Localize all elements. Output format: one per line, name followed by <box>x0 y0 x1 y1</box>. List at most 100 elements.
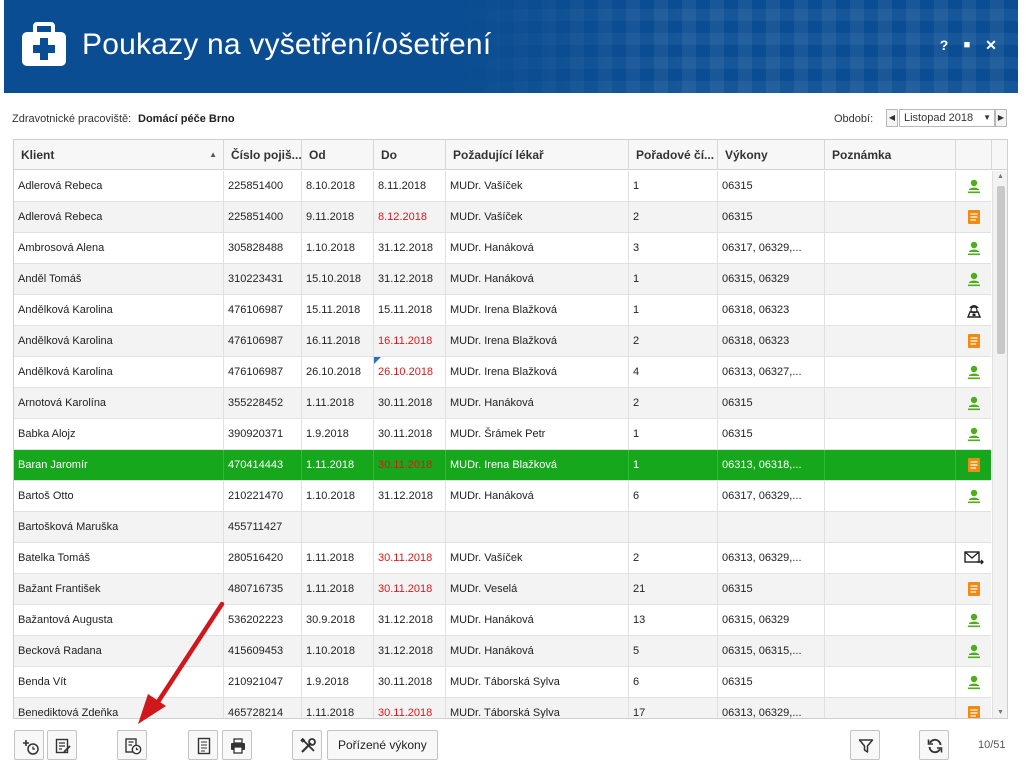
cell-cislo: 225851400 <box>224 171 302 201</box>
table-row[interactable]: Bažantová Augusta 536202223 30.9.2018 31.12… <box>14 605 991 636</box>
table-row[interactable]: Adlerová Rebeca 225851400 8.10.2018 8.11.20… <box>14 171 991 202</box>
cell-do: 30.11.2018 <box>374 667 446 697</box>
cell-od: 8.10.2018 <box>302 171 374 201</box>
table-row[interactable]: Benda Vít 210921047 1.9.2018 30.11.2018 MUDr… <box>14 667 991 698</box>
help-button[interactable]: ? <box>934 36 954 54</box>
window-title: Poukazy na vyšetření/ošetření <box>82 28 492 61</box>
period-prev-button[interactable]: ◀ <box>886 109 898 127</box>
cell-status[interactable] <box>956 202 991 232</box>
table-row[interactable]: Arnotová Karolína 355228452 1.11.2018 30.11… <box>14 388 991 419</box>
cell-poradi: 3 <box>629 233 718 263</box>
maximize-button[interactable]: ■ <box>957 36 977 54</box>
table-row[interactable]: Bartoš Otto 210221470 1.10.2018 31.12.2018 M… <box>14 481 991 512</box>
person-icon <box>966 240 982 256</box>
scroll-down-icon[interactable]: ▼ <box>993 709 1007 716</box>
table-row[interactable]: Babka Alojz 390920371 1.9.2018 30.11.2018 MU… <box>14 419 991 450</box>
cell-poznamka <box>825 171 956 201</box>
cell-status[interactable] <box>956 450 991 480</box>
cell-od: 1.10.2018 <box>302 481 374 511</box>
period-next-button[interactable]: ▶ <box>995 109 1007 127</box>
cell-do: 8.12.2018 <box>374 202 446 232</box>
record-counter: 10/51 <box>978 739 1006 751</box>
column-header-icon[interactable] <box>956 140 992 170</box>
cell-status[interactable] <box>956 419 991 449</box>
history-button[interactable] <box>117 730 147 760</box>
scrollbar-thumb[interactable] <box>997 186 1005 354</box>
cell-od: 1.9.2018 <box>302 419 374 449</box>
cell-od: 16.11.2018 <box>302 326 374 356</box>
print-button[interactable] <box>222 730 252 760</box>
bottom-toolbar: Pořízené výkony 10/51 <box>0 726 1026 766</box>
column-header-vykony[interactable]: Výkony <box>718 140 825 170</box>
table-row[interactable]: Baran Jaromír 470414443 1.11.2018 30.11.201… <box>14 450 991 481</box>
cell-lekar: MUDr. Hanáková <box>446 605 629 635</box>
table-row[interactable]: Bažant František 480716735 1.11.2018 30.11.… <box>14 574 991 605</box>
table-row[interactable]: Bartošková Maruška 455711427 <box>14 512 991 543</box>
vertical-scrollbar[interactable]: ▲ ▼ <box>992 171 1007 718</box>
add-time-button[interactable] <box>14 730 44 760</box>
close-button[interactable]: ✕ <box>981 36 1001 54</box>
cell-status[interactable] <box>956 326 991 356</box>
table-row[interactable]: Andělková Karolina 476106987 26.10.2018 26.… <box>14 357 991 388</box>
tools-button[interactable] <box>292 730 322 760</box>
column-header-od[interactable]: Od <box>302 140 374 170</box>
cell-cislo: 536202223 <box>224 605 302 635</box>
cell-do: 30.11.2018 <box>374 574 446 604</box>
cell-vykony: 06313, 06318,... <box>718 450 825 480</box>
mail-icon <box>963 550 984 566</box>
cell-poznamka <box>825 202 956 232</box>
cell-status[interactable] <box>956 698 991 718</box>
column-header-do[interactable]: Do <box>374 140 446 170</box>
edit-record-button[interactable] <box>47 730 77 760</box>
cell-status[interactable] <box>956 512 991 542</box>
table-row[interactable]: Benediktová Zdeňka 465728214 1.11.2018 30.1… <box>14 698 991 718</box>
cell-poradi: 2 <box>629 543 718 573</box>
document-icon <box>967 209 981 225</box>
table-row[interactable]: Anděl Tomáš 310223431 15.10.2018 31.12.2018… <box>14 264 991 295</box>
column-header-klient[interactable]: Klient ▲ <box>14 140 224 170</box>
column-header-cislo[interactable]: Číslo pojiš... <box>224 140 302 170</box>
cell-od: 15.10.2018 <box>302 264 374 294</box>
table-row[interactable]: Becková Radana 415609453 1.10.2018 31.12.20… <box>14 636 991 667</box>
person-icon <box>966 271 982 287</box>
table-row[interactable]: Andělková Karolina 476106987 15.11.2018 15.… <box>14 295 991 326</box>
cell-poznamka <box>825 574 956 604</box>
cell-status[interactable] <box>956 667 991 697</box>
table-row[interactable]: Andělková Karolina 476106987 16.11.2018 16.… <box>14 326 991 357</box>
table-row[interactable]: Ambrosová Alena 305828488 1.10.2018 31.12.2… <box>14 233 991 264</box>
cell-cislo: 476106987 <box>224 326 302 356</box>
column-header-lekar[interactable]: Požadující lékař <box>446 140 629 170</box>
cell-status[interactable] <box>956 233 991 263</box>
porizene-vykony-button[interactable]: Pořízené výkony <box>327 730 438 760</box>
filter-button[interactable] <box>850 730 880 760</box>
refresh-button[interactable] <box>919 730 949 760</box>
cell-od: 9.11.2018 <box>302 202 374 232</box>
cell-poznamka <box>825 667 956 697</box>
report-button[interactable] <box>188 730 218 760</box>
person-icon <box>966 488 982 504</box>
cell-status[interactable] <box>956 388 991 418</box>
scroll-up-icon[interactable]: ▲ <box>993 173 1007 180</box>
cell-vykony: 06315, 06315,... <box>718 636 825 666</box>
cell-status[interactable] <box>956 574 991 604</box>
column-header-poradi[interactable]: Pořadové čí... <box>629 140 718 170</box>
cell-status[interactable] <box>956 481 991 511</box>
cell-klient: Baran Jaromír <box>14 450 224 480</box>
cell-status[interactable] <box>956 357 991 387</box>
cell-od: 1.11.2018 <box>302 698 374 718</box>
workplace-value: Domácí péče Brno <box>138 113 235 125</box>
table-row[interactable]: Adlerová Rebeca 225851400 9.11.2018 8.12.20… <box>14 202 991 233</box>
cell-status[interactable] <box>956 636 991 666</box>
table-row[interactable]: Batelka Tomáš 280516420 1.11.2018 30.11.201… <box>14 543 991 574</box>
sort-ascending-icon: ▲ <box>209 150 217 159</box>
cell-status[interactable] <box>956 264 991 294</box>
column-header-poznamka[interactable]: Poznámka <box>825 140 956 170</box>
cell-poznamka <box>825 512 956 542</box>
cell-status[interactable] <box>956 605 991 635</box>
referrals-grid: Klient ▲ Číslo pojiš... Od Do Požadující… <box>13 139 1008 719</box>
period-select[interactable]: Listopad 2018 ▼ <box>899 109 995 127</box>
cell-status[interactable] <box>956 171 991 201</box>
cell-status[interactable] <box>956 543 991 573</box>
cell-status[interactable] <box>956 295 991 325</box>
cell-od: 15.11.2018 <box>302 295 374 325</box>
